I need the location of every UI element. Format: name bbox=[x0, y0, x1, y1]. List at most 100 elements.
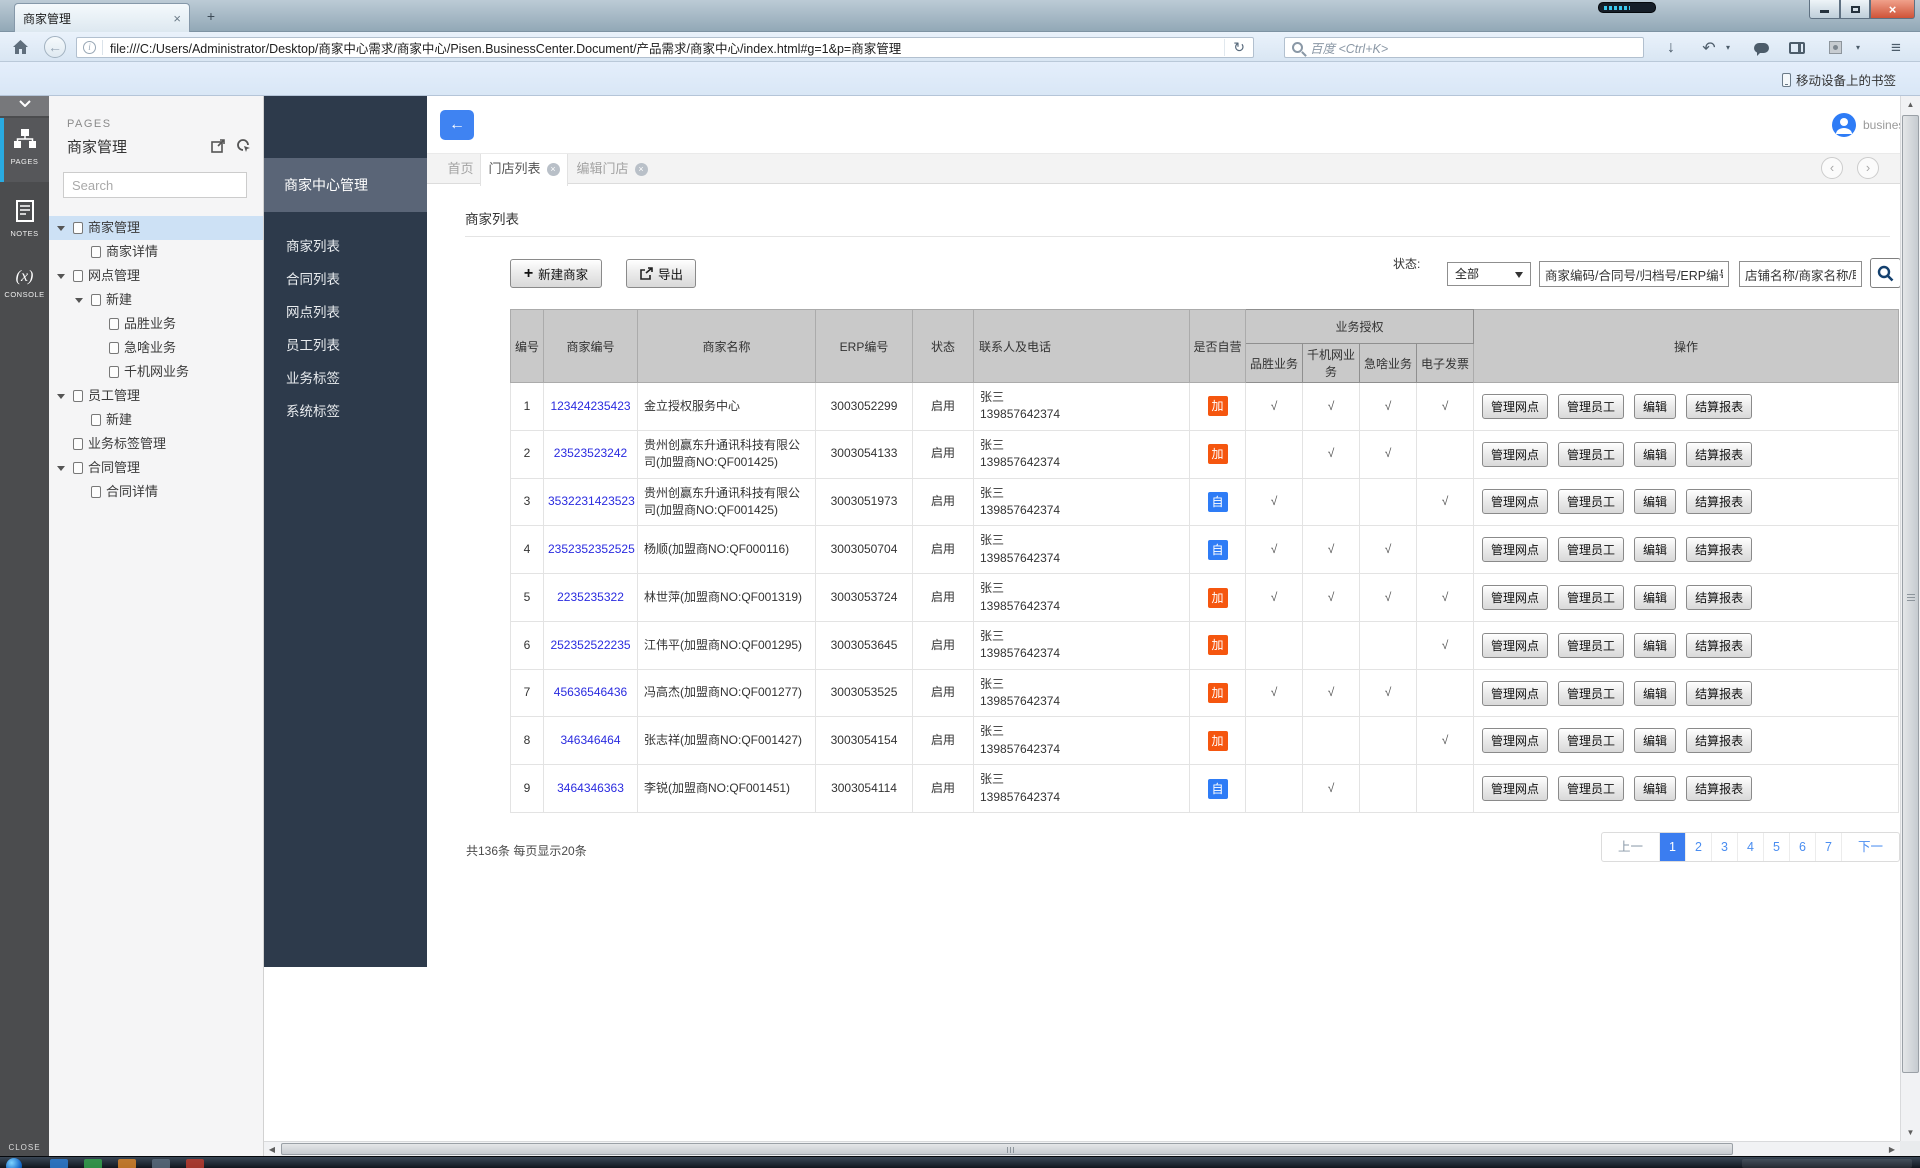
start-orb-icon[interactable] bbox=[6, 1158, 22, 1168]
taskbar-icon[interactable] bbox=[152, 1159, 170, 1168]
horizontal-scrollbar-thumb[interactable] bbox=[281, 1143, 1733, 1155]
merchant-code-link[interactable]: 3532231423523 bbox=[548, 494, 635, 508]
chat-icon[interactable] bbox=[1750, 36, 1772, 59]
tree-caret-icon[interactable] bbox=[57, 394, 65, 399]
avatar[interactable] bbox=[1832, 113, 1856, 137]
action-button-编辑[interactable]: 编辑 bbox=[1634, 633, 1676, 658]
action-button-编辑[interactable]: 编辑 bbox=[1634, 728, 1676, 753]
menu-item-商家列表[interactable]: 商家列表 bbox=[264, 230, 427, 263]
tab-close-icon[interactable]: × bbox=[635, 163, 648, 176]
action-button-编辑[interactable]: 编辑 bbox=[1634, 776, 1676, 801]
action-button-管理网点[interactable]: 管理网点 bbox=[1482, 728, 1548, 753]
merchant-code-link[interactable]: 45636546436 bbox=[554, 685, 627, 699]
action-button-管理网点[interactable]: 管理网点 bbox=[1482, 633, 1548, 658]
menu-item-业务标签[interactable]: 业务标签 bbox=[264, 362, 427, 395]
merchant-code-link[interactable]: 23523523242 bbox=[554, 446, 627, 460]
tab-门店列表[interactable]: 门店列表× bbox=[480, 154, 568, 186]
action-button-管理员工[interactable]: 管理员工 bbox=[1558, 776, 1624, 801]
window-maximize-button[interactable] bbox=[1840, 0, 1870, 19]
action-button-管理网点[interactable]: 管理网点 bbox=[1482, 489, 1548, 514]
tree-item-品胜业务[interactable]: 品胜业务 bbox=[49, 312, 263, 336]
rail-item-notes[interactable]: NOTES bbox=[0, 194, 49, 244]
tree-item-业务标签管理[interactable]: 业务标签管理 bbox=[49, 432, 263, 456]
action-button-编辑[interactable]: 编辑 bbox=[1634, 442, 1676, 467]
url-bar[interactable]: i file:///C:/Users/Administrator/Desktop… bbox=[76, 37, 1254, 58]
tabs-scroll-left-button[interactable]: ‹ bbox=[1821, 157, 1843, 179]
action-button-管理员工[interactable]: 管理员工 bbox=[1558, 681, 1624, 706]
action-button-结算报表[interactable]: 结算报表 bbox=[1686, 537, 1752, 562]
action-button-管理员工[interactable]: 管理员工 bbox=[1558, 633, 1624, 658]
scroll-down-icon[interactable]: ▼ bbox=[1901, 1124, 1920, 1141]
keyword-filter-input[interactable] bbox=[1539, 261, 1729, 287]
action-button-管理网点[interactable]: 管理网点 bbox=[1482, 776, 1548, 801]
menu-item-合同列表[interactable]: 合同列表 bbox=[264, 263, 427, 296]
browser-search-box[interactable]: 百度 <Ctrl+K> bbox=[1284, 37, 1644, 58]
name-filter-input[interactable] bbox=[1739, 261, 1862, 287]
pages-search-input[interactable] bbox=[63, 172, 247, 198]
merchant-code-link[interactable]: 123424235423 bbox=[550, 399, 630, 413]
search-submit-button[interactable] bbox=[1870, 258, 1900, 288]
tree-caret-icon[interactable] bbox=[57, 274, 65, 279]
rail-close-button[interactable]: CLOSE bbox=[0, 1143, 49, 1152]
tree-item-合同管理[interactable]: 合同管理 bbox=[49, 456, 263, 480]
action-button-结算报表[interactable]: 结算报表 bbox=[1686, 442, 1752, 467]
action-button-管理员工[interactable]: 管理员工 bbox=[1558, 585, 1624, 610]
tree-item-网点管理[interactable]: 网点管理 bbox=[49, 264, 263, 288]
export-icon[interactable] bbox=[211, 138, 226, 153]
tree-item-商家管理[interactable]: 商家管理 bbox=[49, 216, 263, 240]
bookmark-mobile-item[interactable]: 移动设备上的书签 bbox=[1782, 70, 1896, 89]
browser-tab[interactable]: 商家管理 × bbox=[14, 3, 190, 32]
window-minimize-button[interactable] bbox=[1809, 0, 1840, 19]
action-button-编辑[interactable]: 编辑 bbox=[1634, 489, 1676, 514]
tab-编辑门店[interactable]: 编辑门店× bbox=[568, 154, 656, 185]
rail-item-pages[interactable]: PAGES bbox=[0, 118, 49, 182]
action-button-管理员工[interactable]: 管理员工 bbox=[1558, 394, 1624, 419]
pagination-next[interactable]: 下一页 bbox=[1841, 833, 1899, 861]
taskbar-icon[interactable] bbox=[118, 1159, 136, 1168]
download-icon[interactable]: ↓ bbox=[1660, 36, 1682, 59]
menu-header[interactable]: 商家中心管理 bbox=[264, 158, 427, 212]
extension-dropdown-icon[interactable]: ▾ bbox=[1852, 36, 1864, 59]
new-tab-button[interactable]: + bbox=[198, 9, 224, 26]
merchant-code-link[interactable]: 252352522235 bbox=[550, 638, 630, 652]
tree-item-员工管理[interactable]: 员工管理 bbox=[49, 384, 263, 408]
action-button-管理网点[interactable]: 管理网点 bbox=[1482, 537, 1548, 562]
action-button-管理网点[interactable]: 管理网点 bbox=[1482, 681, 1548, 706]
menu-item-网点列表[interactable]: 网点列表 bbox=[264, 296, 427, 329]
tree-item-新建[interactable]: 新建 bbox=[49, 408, 263, 432]
vertical-scrollbar[interactable]: ▲ ▼ bbox=[1900, 96, 1920, 1141]
tree-item-急啥业务[interactable]: 急啥业务 bbox=[49, 336, 263, 360]
reload-icon[interactable]: ↻ bbox=[1224, 39, 1253, 56]
action-button-管理员工[interactable]: 管理员工 bbox=[1558, 442, 1624, 467]
vertical-scrollbar-thumb[interactable] bbox=[1902, 115, 1919, 1073]
panels-icon[interactable] bbox=[1786, 36, 1808, 59]
action-button-管理员工[interactable]: 管理员工 bbox=[1558, 489, 1624, 514]
action-button-结算报表[interactable]: 结算报表 bbox=[1686, 633, 1752, 658]
scroll-right-icon[interactable]: ▶ bbox=[1884, 1142, 1900, 1156]
action-button-管理员工[interactable]: 管理员工 bbox=[1558, 728, 1624, 753]
tree-caret-icon[interactable] bbox=[57, 226, 65, 231]
pagination-page-2[interactable]: 2 bbox=[1685, 833, 1711, 861]
rail-item-console[interactable]: (x) CONSOLE bbox=[0, 264, 49, 314]
action-button-结算报表[interactable]: 结算报表 bbox=[1686, 585, 1752, 610]
action-button-编辑[interactable]: 编辑 bbox=[1634, 537, 1676, 562]
action-button-管理网点[interactable]: 管理网点 bbox=[1482, 585, 1548, 610]
home-icon[interactable] bbox=[12, 39, 29, 58]
scroll-left-icon[interactable]: ◀ bbox=[264, 1142, 280, 1156]
menu-icon[interactable]: ≡ bbox=[1884, 36, 1908, 59]
tree-caret-icon[interactable] bbox=[75, 298, 83, 303]
url-text[interactable]: file:///C:/Users/Administrator/Desktop/商… bbox=[110, 38, 1224, 57]
action-button-编辑[interactable]: 编辑 bbox=[1634, 585, 1676, 610]
pagination-page-7[interactable]: 7 bbox=[1815, 833, 1841, 861]
action-button-结算报表[interactable]: 结算报表 bbox=[1686, 489, 1752, 514]
tree-item-千机网业务[interactable]: 千机网业务 bbox=[49, 360, 263, 384]
action-button-结算报表[interactable]: 结算报表 bbox=[1686, 394, 1752, 419]
undo-icon[interactable]: ↶ bbox=[1698, 36, 1720, 59]
taskbar-icon[interactable] bbox=[186, 1159, 204, 1168]
merchant-code-link[interactable]: 2235235322 bbox=[557, 590, 624, 604]
tabs-scroll-right-button[interactable]: › bbox=[1857, 157, 1879, 179]
action-button-结算报表[interactable]: 结算报表 bbox=[1686, 776, 1752, 801]
pagination-prev[interactable]: 上一页 bbox=[1602, 833, 1659, 861]
action-button-编辑[interactable]: 编辑 bbox=[1634, 681, 1676, 706]
action-button-管理网点[interactable]: 管理网点 bbox=[1482, 442, 1548, 467]
